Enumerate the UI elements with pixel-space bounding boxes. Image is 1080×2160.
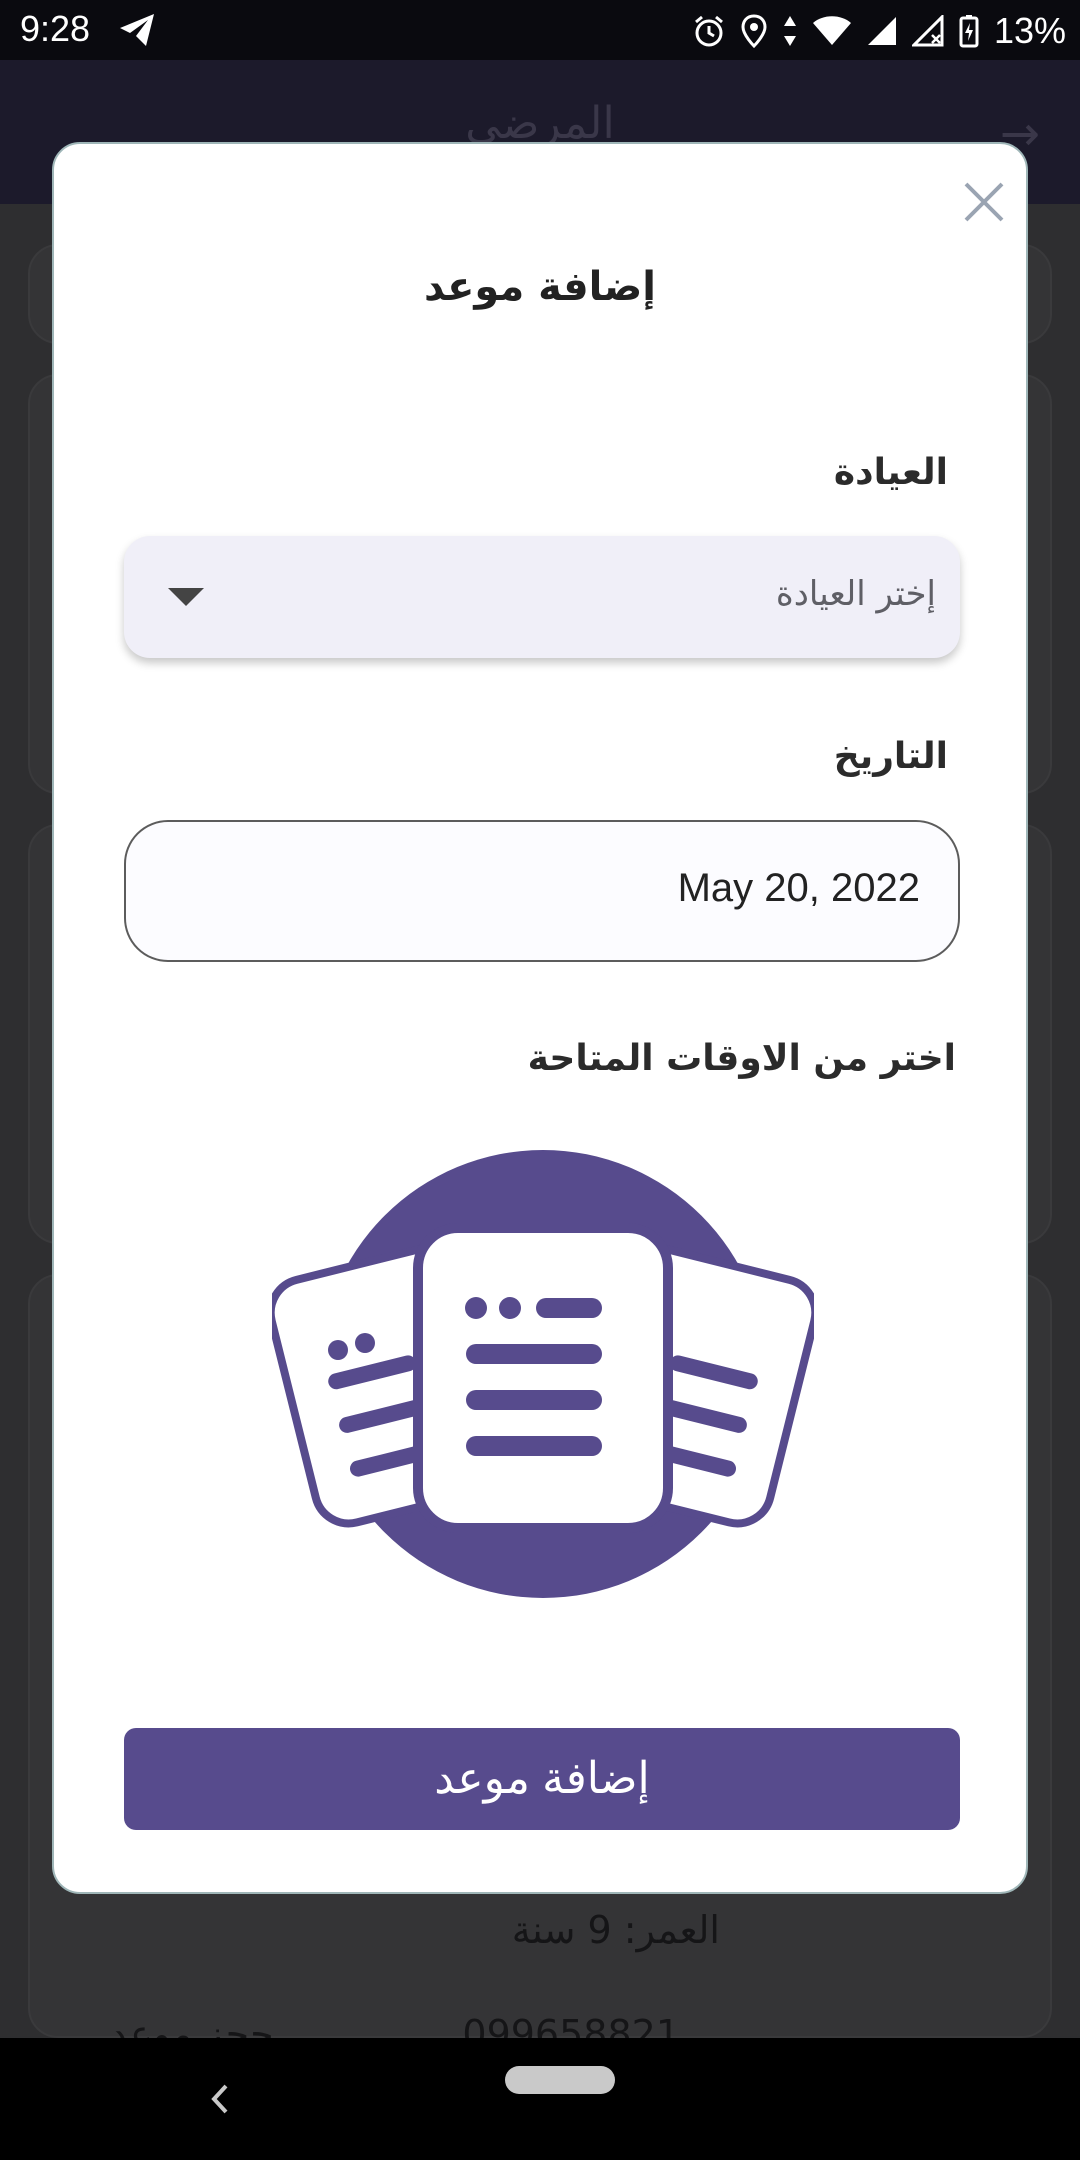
date-value: May 20, 2022 (677, 866, 920, 910)
navigation-bar (0, 2038, 1080, 2160)
nav-home-pill[interactable] (505, 2066, 615, 2094)
close-icon[interactable] (954, 172, 1014, 232)
telegram-icon (120, 14, 154, 46)
add-appointment-button-label: إضافة موعد (434, 1754, 650, 1803)
background-age: العمر: 9 سنة (511, 1908, 720, 1952)
wifi-icon (812, 16, 851, 45)
nav-back-icon[interactable] (200, 2074, 240, 2124)
clinic-label: العيادة (833, 452, 948, 493)
available-times-label: اختر من الاوقات المتاحة (527, 1038, 956, 1079)
status-time: 9:28 (20, 8, 91, 49)
battery-percent: 13% (993, 10, 1066, 51)
battery-charging-icon (959, 15, 979, 48)
location-icon (741, 14, 767, 48)
add-appointment-dialog: إضافة موعد العيادة إختر العيادة التاريخ … (52, 142, 1028, 1894)
status-icons: 13% (692, 10, 1066, 52)
signal-x-icon (911, 15, 944, 47)
signal-icon (867, 17, 896, 45)
chevron-down-icon (168, 588, 204, 606)
dialog-title: إضافة موعد (423, 264, 657, 310)
documents-icon (272, 1150, 814, 1598)
clinic-placeholder: إختر العيادة (775, 574, 936, 614)
status-bar: 9:28 13% (0, 0, 1080, 60)
date-label: التاريخ (833, 736, 948, 777)
data-arrows-icon (783, 16, 796, 46)
clinic-select[interactable]: إختر العيادة (124, 536, 960, 658)
date-field[interactable]: May 20, 2022 (124, 820, 960, 962)
add-appointment-button[interactable]: إضافة موعد (124, 1728, 960, 1830)
alarm-icon (694, 15, 723, 47)
